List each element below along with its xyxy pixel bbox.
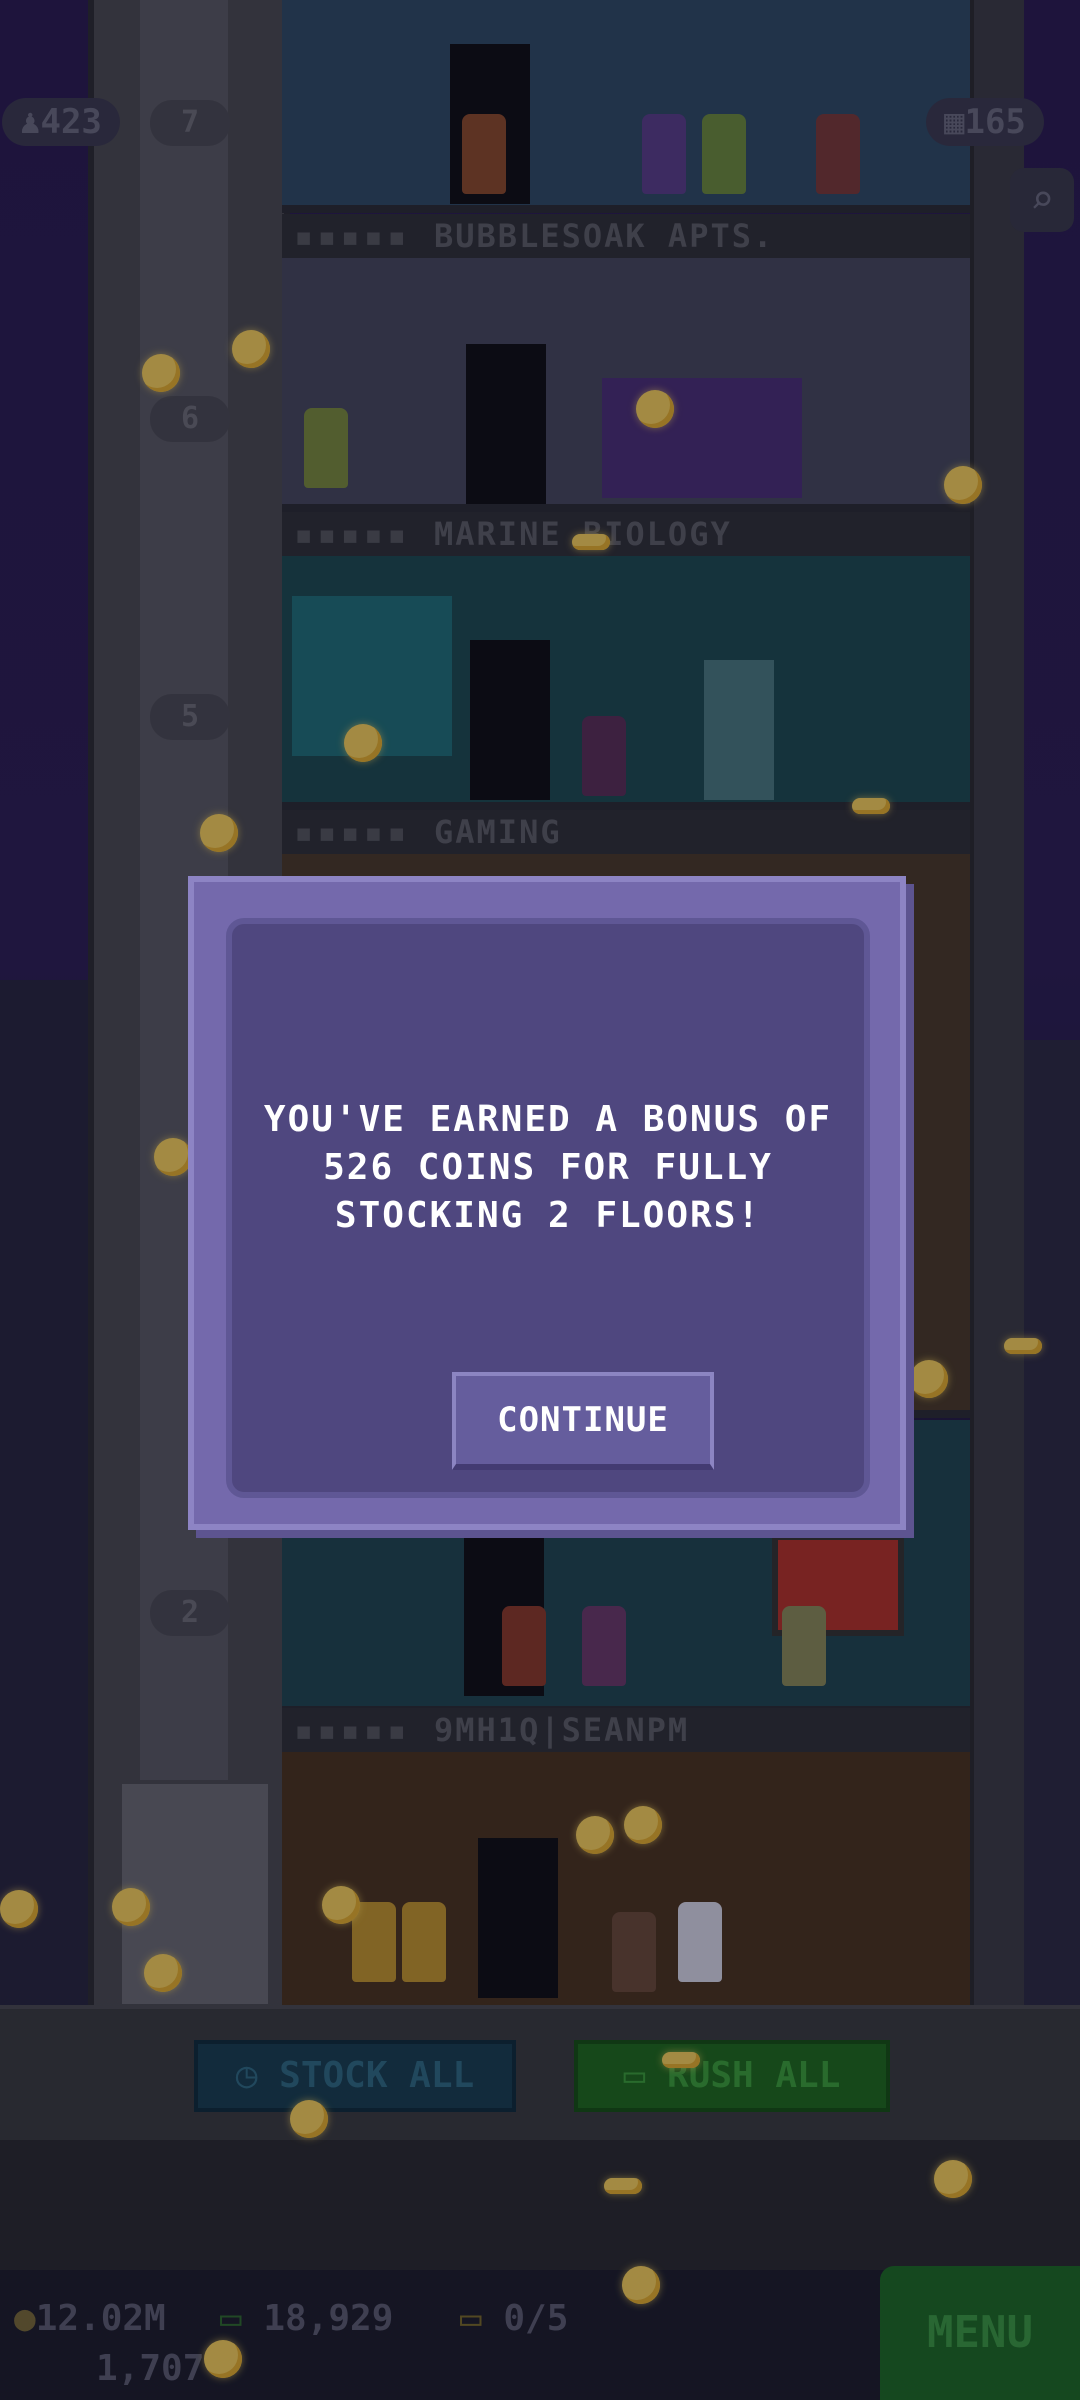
- ticket-icon: ▭: [460, 2298, 504, 2339]
- bitizen: [352, 1902, 396, 1982]
- bonus-message-line: 526 COINS FOR FULLY: [323, 1147, 773, 1188]
- floor-number-6: 6: [150, 396, 230, 442]
- coin-icon[interactable]: [624, 1806, 662, 1844]
- floor-name: BUBBLESOAK APTS.: [434, 217, 775, 255]
- bitizen: [582, 716, 626, 796]
- coin-icon[interactable]: [636, 390, 674, 428]
- floor-name: 9MH1Q|SEANPM: [434, 1711, 690, 1749]
- floor-number-2: 2: [150, 1590, 230, 1636]
- coin-icon[interactable]: [934, 2160, 972, 2198]
- coins-stat[interactable]: ●12.02M: [14, 2298, 166, 2339]
- coin-icon[interactable]: [142, 354, 180, 392]
- tower-right-wall: [970, 0, 1024, 2005]
- coin-icon[interactable]: [944, 466, 982, 504]
- floor-bubblesoak-apts[interactable]: [282, 258, 970, 512]
- floor-number-7: 7: [150, 100, 230, 146]
- clock-icon: ◷: [235, 2055, 280, 2096]
- search-button[interactable]: ⌕: [1010, 168, 1074, 232]
- continue-button[interactable]: CONTINUE: [452, 1372, 714, 1470]
- coin-icon[interactable]: [200, 814, 238, 852]
- floor-door: [466, 344, 546, 504]
- floor-door: [470, 640, 550, 800]
- coin-icon[interactable]: [322, 1886, 360, 1924]
- population-counter[interactable]: ♟423: [2, 98, 120, 146]
- floor-lobby[interactable]: [282, 1752, 970, 2013]
- background-building-left: [0, 980, 88, 2010]
- tickets-value: 0/5: [503, 2298, 569, 2339]
- person-icon: ♟: [20, 102, 41, 142]
- robot: [678, 1902, 722, 1982]
- bitizen: [816, 114, 860, 194]
- fridge: [704, 660, 774, 800]
- coin-icon[interactable]: [572, 534, 610, 550]
- stock-all-button[interactable]: ◷ STOCK ALL: [194, 2040, 516, 2112]
- coin-icon[interactable]: [204, 2340, 242, 2378]
- coin-icon[interactable]: [622, 2266, 660, 2304]
- floor-label-bubblesoak: ▪▪▪▪▪ BUBBLESOAK APTS.: [282, 214, 970, 258]
- population-total-value: 1,707: [96, 2348, 205, 2389]
- floor-counter[interactable]: ▦165: [926, 98, 1044, 146]
- floor-name: GAMING: [434, 813, 562, 851]
- floor-label-marine-biology: ▪▪▪▪▪ MARINE BIOLOGY: [282, 512, 970, 556]
- coins-value: 12.02M: [35, 2298, 166, 2339]
- dialog-panel: YOU'VE EARNED A BONUS OF 526 COINS FOR F…: [226, 918, 870, 1498]
- floor-label-gaming: ▪▪▪▪▪ GAMING: [282, 810, 970, 854]
- tickets-stat[interactable]: ▭ 0/5: [460, 2298, 568, 2339]
- coin-icon[interactable]: [1004, 1338, 1042, 1354]
- coin-icon[interactable]: [910, 1360, 948, 1398]
- coin-icon[interactable]: [852, 798, 890, 814]
- coin-icon[interactable]: [232, 330, 270, 368]
- bitizen: [702, 114, 746, 194]
- stock-all-label: STOCK ALL: [279, 2055, 475, 2096]
- population-total-stat: 1,707: [96, 2348, 204, 2389]
- bitizen: [612, 1912, 656, 1992]
- bitizen: [402, 1902, 446, 1982]
- background-building-right: [1020, 1040, 1080, 2010]
- coin-icon[interactable]: [576, 1816, 614, 1854]
- coin-icon[interactable]: [0, 1890, 38, 1928]
- floor-label-lobby: ▪▪▪▪▪ 9MH1Q|SEANPM: [282, 1708, 970, 1752]
- menu-button[interactable]: MENU: [880, 2266, 1080, 2400]
- floor-marine-biology[interactable]: [282, 556, 970, 810]
- floor-count-value: 165: [964, 102, 1026, 142]
- coin-icon[interactable]: [112, 1888, 150, 1926]
- bonus-message: YOU'VE EARNED A BONUS OF 526 COINS FOR F…: [232, 1096, 864, 1240]
- floor-number-5: 5: [150, 694, 230, 740]
- bitizen: [582, 1606, 626, 1686]
- coin-icon[interactable]: [290, 2100, 328, 2138]
- floor-apartment-top[interactable]: [282, 0, 970, 213]
- rush-all-button[interactable]: ▭ RUSH ALL: [574, 2040, 890, 2112]
- bonus-dialog: YOU'VE EARNED A BONUS OF 526 COINS FOR F…: [188, 876, 906, 1530]
- bux-stat[interactable]: ▭ 18,929: [220, 2298, 393, 2339]
- population-value: 423: [40, 102, 102, 142]
- purple-bed: [602, 378, 802, 498]
- coin-icon[interactable]: [662, 2052, 700, 2068]
- floor-door: [478, 1838, 558, 1998]
- bitizen: [782, 1606, 826, 1686]
- coin-icon: ●: [14, 2298, 36, 2339]
- building-icon: ▦: [944, 102, 965, 142]
- bux-value: 18,929: [263, 2298, 394, 2339]
- action-bar: [0, 2005, 1080, 2144]
- bitizen: [642, 114, 686, 194]
- bux-icon: ▭: [623, 2055, 667, 2096]
- bitizen: [462, 114, 506, 194]
- bonus-message-line: YOU'VE EARNED A BONUS OF: [263, 1099, 833, 1140]
- coin-icon[interactable]: [154, 1138, 192, 1176]
- bitizen: [502, 1606, 546, 1686]
- coin-icon[interactable]: [344, 724, 382, 762]
- bux-icon: ▭: [220, 2298, 264, 2339]
- bonus-message-line: STOCKING 2 FLOORS!: [334, 1195, 762, 1236]
- coin-icon[interactable]: [144, 1954, 182, 1992]
- bitizen: [304, 408, 348, 488]
- coin-icon[interactable]: [604, 2178, 642, 2194]
- search-icon: ⌕: [1029, 177, 1055, 223]
- ground-lobby: [0, 2140, 1080, 2270]
